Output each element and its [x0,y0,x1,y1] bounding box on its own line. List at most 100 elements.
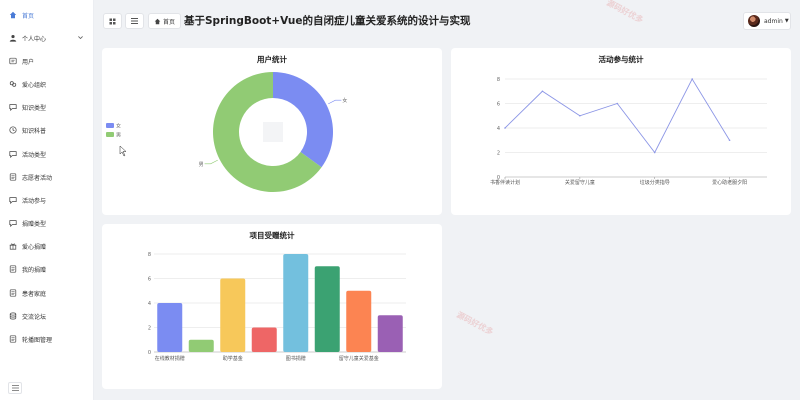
donation-stats-chart: 0 2 4 6 8 在线教材捐赠 助学基金 图书捐赠 留守儿童关爱基金 [148,252,406,362]
list-button[interactable] [125,13,144,29]
pie-slice-label: 男 [199,162,204,168]
sidebar-item[interactable]: 个人中心 [0,27,94,49]
y-tick-label: 6 [497,102,500,108]
grid-icon [109,18,116,24]
user-menu[interactable]: admin ▼ [743,12,791,30]
data-point [653,151,656,154]
sidebar-item[interactable]: 爱心捐赠 [0,235,94,257]
bar [314,266,340,352]
x-tick-label: 留守儿童关爱基金 [339,355,379,362]
user-stats-card: 用户统计 女男女男 [102,48,442,215]
gift-icon [8,242,17,251]
sidebar-item-label: 患者家庭 [22,290,47,298]
y-tick-label: 2 [497,151,500,157]
y-tick-label: 8 [148,252,151,258]
watermark: 源码好优多 [455,310,495,337]
bar [157,303,183,352]
x-tick-label: 书香伴读计划 [490,179,520,186]
legend-label: 女 [116,123,121,130]
sidebar-item[interactable]: 知识类型 [0,96,94,118]
x-tick-label: 在线教材捐赠 [155,355,185,362]
data-point [541,90,544,93]
data-point [728,139,731,142]
grid-button[interactable] [103,13,122,29]
data-point [616,102,619,105]
data-point [579,114,581,117]
x-tick-label: 图书捐赠 [286,355,306,362]
y-tick-label: 4 [148,301,151,307]
pie-slice-label: 女 [342,97,347,104]
y-tick-label: 0 [148,350,151,356]
user-stats-chart: 女男女男 [106,72,347,192]
organization-icon [8,80,17,89]
clock-icon [8,126,17,135]
sidebar-item-label: 首页 [22,12,35,20]
sidebar-item[interactable]: 首页 [0,4,94,26]
pie-label-line [204,159,218,165]
breadcrumb[interactable]: 首页 [148,13,182,29]
sidebar-item-label: 知识科普 [22,127,47,135]
legend-swatch [106,132,114,137]
sidebar-item-label: 志愿者活动 [22,174,53,182]
bar [346,290,372,352]
sidebar-item-label: 活动参与 [22,197,47,205]
bar [377,315,403,352]
data-point [504,127,506,129]
bar [220,278,246,352]
sidebar-item[interactable]: 活动参与 [0,189,94,211]
donation-stats-card: 项目受赠统计 0 2 4 6 8 在线教材捐赠 助学基金 图书捐赠 留守儿童关爱基金 [102,224,442,389]
database-icon [8,312,17,321]
legend-swatch [106,123,114,128]
document-icon [8,335,17,344]
watermark: 源码好优多 [605,0,645,25]
sidebar-item-label: 活动类型 [22,151,47,159]
activity-stats-chart: 02468书香伴读计划 关爱留守儿童 垃圾分类指导 爱心助老服夕阳 [490,77,767,186]
caret-down-icon: ▼ [784,18,789,24]
y-tick-label: 8 [497,77,500,83]
document-icon [8,173,17,182]
x-tick-label: 垃圾分类指导 [640,179,670,186]
chat-icon [8,219,17,228]
home-icon [154,18,161,24]
pie-label-line [328,99,342,105]
home-icon [8,11,17,20]
sidebar-item-label: 交流论坛 [22,313,47,321]
pie-slice [273,72,333,168]
sidebar-item-label: 用户 [22,58,35,66]
y-tick-label: 2 [148,326,151,332]
sidebar-item[interactable]: 志愿者活动 [0,166,94,188]
list-icon [131,18,138,24]
sidebar-item[interactable]: 爱心组织 [0,73,94,95]
chat-icon [8,103,17,112]
chat-icon [8,150,17,159]
cursor-icon [119,145,127,157]
sidebar-item[interactable]: 捐赠类型 [0,212,94,234]
user-icon [8,34,17,43]
sidebar-item-label: 爱心捐赠 [22,243,47,251]
menu-icon [11,385,19,391]
page-title: 基于SpringBoot+Vue的自闭症儿童关爱系统的设计与实现 [184,15,471,27]
user-name: admin [764,17,783,25]
breadcrumb-label: 首页 [163,18,176,26]
x-tick-label: 助学基金 [223,355,243,362]
sidebar-item[interactable]: 我的捐赠 [0,258,94,280]
document-icon [8,289,17,298]
sidebar-item[interactable]: 轮播图管理 [0,328,94,350]
sidebar-item[interactable]: 交流论坛 [0,305,94,327]
sidebar-item-label: 我的捐赠 [22,266,47,274]
legend-label: 男 [116,133,121,139]
users-icon [8,57,17,66]
sidebar-item-label: 爱心组织 [22,81,47,89]
collapse-button[interactable] [8,382,22,394]
chevron-down-icon [78,36,83,40]
y-tick-label: 6 [148,277,151,283]
sidebar-item[interactable]: 知识科普 [0,119,94,141]
sidebar-item[interactable]: 患者家庭 [0,282,94,304]
chat-icon [8,196,17,205]
sidebar-item[interactable]: 用户 [0,50,94,72]
sidebar-item[interactable]: 活动类型 [0,143,94,165]
x-tick-label: 爱心助老服夕阳 [712,179,747,186]
series-line [504,78,730,154]
sidebar-item-label: 轮播图管理 [22,336,53,344]
activity-stats-card: 活动参与统计 0 2 4 6 8 书香伴读计划 关爱留守儿童 垃圾分类指导 爱心助老服夕阳 [451,48,791,215]
